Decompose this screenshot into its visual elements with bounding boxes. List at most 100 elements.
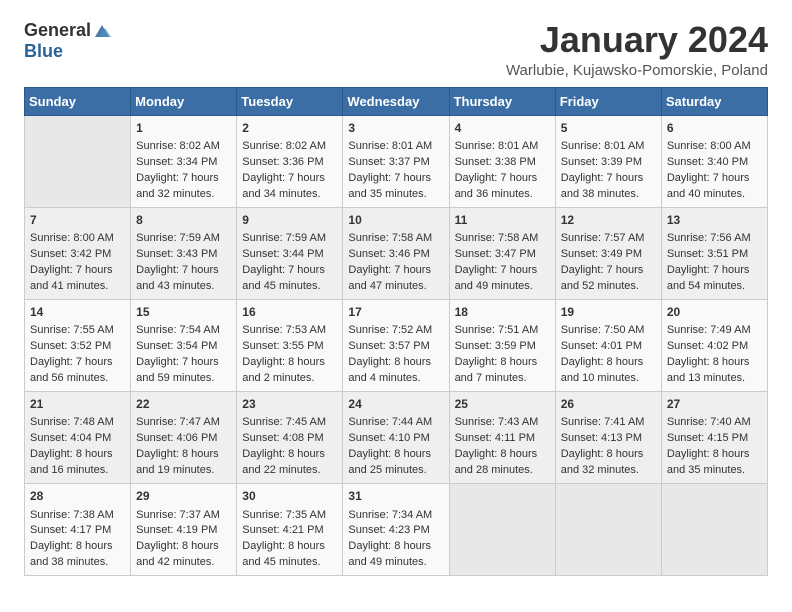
cell-content-line: and 56 minutes. bbox=[30, 371, 125, 387]
cell-content-line: and 47 minutes. bbox=[348, 279, 443, 295]
cell-content-line: and 36 minutes. bbox=[455, 187, 550, 203]
cell-content-line: Daylight: 7 hours bbox=[561, 263, 656, 279]
cell-content-line: Sunset: 3:54 PM bbox=[136, 339, 231, 355]
cell-content-line: and 16 minutes. bbox=[30, 463, 125, 479]
day-number: 24 bbox=[348, 396, 443, 413]
cell-content-line: Sunset: 4:17 PM bbox=[30, 523, 125, 539]
calendar-cell: 15Sunrise: 7:54 AMSunset: 3:54 PMDayligh… bbox=[131, 299, 237, 391]
cell-content-line: Sunrise: 7:34 AM bbox=[348, 508, 443, 524]
cell-content-line: and 10 minutes. bbox=[561, 371, 656, 387]
cell-content-line: Sunrise: 7:45 AM bbox=[242, 415, 337, 431]
week-row-1: 1Sunrise: 8:02 AMSunset: 3:34 PMDaylight… bbox=[25, 115, 768, 207]
cell-content-line: Sunrise: 8:02 AM bbox=[136, 139, 231, 155]
cell-content-line: and 4 minutes. bbox=[348, 371, 443, 387]
cell-content-line: and 38 minutes. bbox=[561, 187, 656, 203]
day-number: 17 bbox=[348, 304, 443, 321]
day-of-week-thursday: Thursday bbox=[449, 87, 555, 115]
cell-content-line: Sunset: 4:10 PM bbox=[348, 431, 443, 447]
day-number: 12 bbox=[561, 212, 656, 229]
cell-content-line: Daylight: 8 hours bbox=[667, 355, 762, 371]
cell-content-line: Sunset: 4:19 PM bbox=[136, 523, 231, 539]
cell-content-line: Sunset: 3:43 PM bbox=[136, 247, 231, 263]
day-number: 29 bbox=[136, 488, 231, 505]
cell-content-line: Daylight: 7 hours bbox=[455, 171, 550, 187]
day-of-week-sunday: Sunday bbox=[25, 87, 131, 115]
calendar-cell: 26Sunrise: 7:41 AMSunset: 4:13 PMDayligh… bbox=[555, 392, 661, 484]
day-number: 5 bbox=[561, 120, 656, 137]
week-row-5: 28Sunrise: 7:38 AMSunset: 4:17 PMDayligh… bbox=[25, 484, 768, 576]
day-number: 3 bbox=[348, 120, 443, 137]
calendar-cell: 17Sunrise: 7:52 AMSunset: 3:57 PMDayligh… bbox=[343, 299, 449, 391]
location: Warlubie, Kujawsko-Pomorskie, Poland bbox=[506, 62, 768, 79]
cell-content-line: Sunrise: 7:52 AM bbox=[348, 323, 443, 339]
cell-content-line: Daylight: 7 hours bbox=[455, 263, 550, 279]
cell-content-line: Daylight: 8 hours bbox=[561, 447, 656, 463]
cell-content-line: and 34 minutes. bbox=[242, 187, 337, 203]
cell-content-line: and 45 minutes. bbox=[242, 279, 337, 295]
cell-content-line: Sunset: 3:40 PM bbox=[667, 155, 762, 171]
calendar-cell: 31Sunrise: 7:34 AMSunset: 4:23 PMDayligh… bbox=[343, 484, 449, 576]
cell-content-line: Daylight: 8 hours bbox=[136, 539, 231, 555]
cell-content-line: Sunset: 3:59 PM bbox=[455, 339, 550, 355]
cell-content-line: Sunrise: 7:54 AM bbox=[136, 323, 231, 339]
logo-icon bbox=[93, 23, 111, 39]
day-number: 6 bbox=[667, 120, 762, 137]
week-row-3: 14Sunrise: 7:55 AMSunset: 3:52 PMDayligh… bbox=[25, 299, 768, 391]
month-title: January 2024 bbox=[506, 20, 768, 60]
cell-content-line: Daylight: 8 hours bbox=[242, 355, 337, 371]
cell-content-line: Daylight: 8 hours bbox=[348, 355, 443, 371]
day-of-week-wednesday: Wednesday bbox=[343, 87, 449, 115]
logo-blue: Blue bbox=[24, 41, 63, 62]
cell-content-line: and 49 minutes. bbox=[455, 279, 550, 295]
cell-content-line: Daylight: 7 hours bbox=[242, 263, 337, 279]
calendar-cell bbox=[449, 484, 555, 576]
logo: General Blue bbox=[24, 20, 111, 62]
calendar-cell: 2Sunrise: 8:02 AMSunset: 3:36 PMDaylight… bbox=[237, 115, 343, 207]
cell-content-line: Sunset: 3:39 PM bbox=[561, 155, 656, 171]
cell-content-line: and 43 minutes. bbox=[136, 279, 231, 295]
cell-content-line: Daylight: 8 hours bbox=[136, 447, 231, 463]
cell-content-line: Daylight: 8 hours bbox=[30, 447, 125, 463]
calendar-cell: 23Sunrise: 7:45 AMSunset: 4:08 PMDayligh… bbox=[237, 392, 343, 484]
cell-content-line: Sunrise: 7:38 AM bbox=[30, 508, 125, 524]
cell-content-line: Sunrise: 7:57 AM bbox=[561, 231, 656, 247]
calendar-cell: 6Sunrise: 8:00 AMSunset: 3:40 PMDaylight… bbox=[661, 115, 767, 207]
cell-content-line: Sunrise: 7:50 AM bbox=[561, 323, 656, 339]
day-number: 23 bbox=[242, 396, 337, 413]
cell-content-line: Daylight: 7 hours bbox=[136, 171, 231, 187]
cell-content-line: Daylight: 7 hours bbox=[561, 171, 656, 187]
cell-content-line: Sunrise: 8:01 AM bbox=[455, 139, 550, 155]
day-number: 4 bbox=[455, 120, 550, 137]
calendar-cell: 8Sunrise: 7:59 AMSunset: 3:43 PMDaylight… bbox=[131, 207, 237, 299]
cell-content-line: and 2 minutes. bbox=[242, 371, 337, 387]
calendar-cell: 19Sunrise: 7:50 AMSunset: 4:01 PMDayligh… bbox=[555, 299, 661, 391]
cell-content-line: Sunrise: 7:59 AM bbox=[242, 231, 337, 247]
cell-content-line: and 40 minutes. bbox=[667, 187, 762, 203]
cell-content-line: Sunset: 3:42 PM bbox=[30, 247, 125, 263]
day-number: 20 bbox=[667, 304, 762, 321]
cell-content-line: and 49 minutes. bbox=[348, 555, 443, 571]
cell-content-line: Sunrise: 7:41 AM bbox=[561, 415, 656, 431]
cell-content-line: Daylight: 8 hours bbox=[455, 447, 550, 463]
cell-content-line: Sunset: 4:06 PM bbox=[136, 431, 231, 447]
day-number: 19 bbox=[561, 304, 656, 321]
cell-content-line: Sunset: 4:23 PM bbox=[348, 523, 443, 539]
cell-content-line: Sunrise: 7:48 AM bbox=[30, 415, 125, 431]
day-number: 9 bbox=[242, 212, 337, 229]
calendar-cell: 14Sunrise: 7:55 AMSunset: 3:52 PMDayligh… bbox=[25, 299, 131, 391]
cell-content-line: Sunrise: 7:59 AM bbox=[136, 231, 231, 247]
day-number: 14 bbox=[30, 304, 125, 321]
cell-content-line: Sunset: 3:36 PM bbox=[242, 155, 337, 171]
cell-content-line: Sunset: 3:55 PM bbox=[242, 339, 337, 355]
calendar-cell: 21Sunrise: 7:48 AMSunset: 4:04 PMDayligh… bbox=[25, 392, 131, 484]
calendar-cell: 28Sunrise: 7:38 AMSunset: 4:17 PMDayligh… bbox=[25, 484, 131, 576]
cell-content-line: and 38 minutes. bbox=[30, 555, 125, 571]
cell-content-line: Daylight: 7 hours bbox=[30, 263, 125, 279]
cell-content-line: Sunrise: 8:01 AM bbox=[348, 139, 443, 155]
cell-content-line: Sunrise: 7:40 AM bbox=[667, 415, 762, 431]
cell-content-line: and 22 minutes. bbox=[242, 463, 337, 479]
calendar-cell: 9Sunrise: 7:59 AMSunset: 3:44 PMDaylight… bbox=[237, 207, 343, 299]
calendar-cell: 20Sunrise: 7:49 AMSunset: 4:02 PMDayligh… bbox=[661, 299, 767, 391]
calendar-cell: 16Sunrise: 7:53 AMSunset: 3:55 PMDayligh… bbox=[237, 299, 343, 391]
cell-content-line: Daylight: 8 hours bbox=[348, 447, 443, 463]
